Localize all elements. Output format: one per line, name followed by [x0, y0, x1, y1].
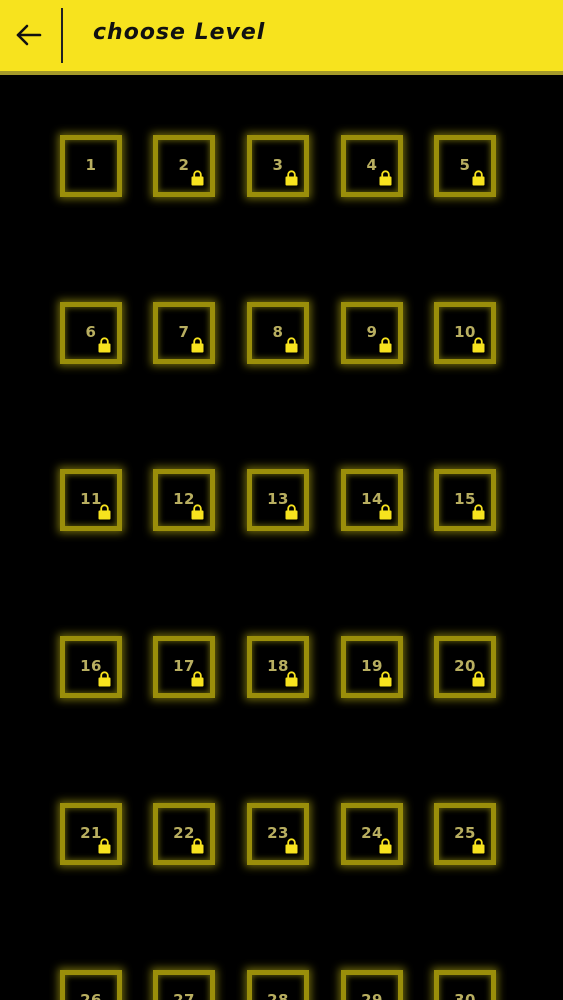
- lock-icon: [472, 671, 485, 687]
- lock-icon: [191, 671, 204, 687]
- lock-icon: [379, 838, 392, 854]
- lock-icon: [472, 170, 485, 186]
- level-tile-28[interactable]: 28: [247, 970, 309, 1000]
- level-tile-11[interactable]: 11: [60, 469, 122, 531]
- lock-icon: [191, 838, 204, 854]
- level-tile-4[interactable]: 4: [341, 135, 403, 197]
- level-tile-26[interactable]: 26: [60, 970, 122, 1000]
- level-tile-10[interactable]: 10: [434, 302, 496, 364]
- level-tile-29[interactable]: 29: [341, 970, 403, 1000]
- lock-icon: [379, 504, 392, 520]
- level-tile-6[interactable]: 6: [60, 302, 122, 364]
- level-tile-24[interactable]: 24: [341, 803, 403, 865]
- lock-icon: [98, 671, 111, 687]
- lock-icon: [191, 170, 204, 186]
- level-tile-15[interactable]: 15: [434, 469, 496, 531]
- level-number: 30: [454, 991, 476, 1000]
- level-tile-12[interactable]: 12: [153, 469, 215, 531]
- lock-icon: [285, 337, 298, 353]
- lock-icon: [191, 337, 204, 353]
- top-app-bar: choose Level: [0, 0, 563, 75]
- lock-icon: [285, 504, 298, 520]
- level-number: 29: [361, 991, 383, 1000]
- lock-icon: [379, 671, 392, 687]
- level-tile-22[interactable]: 22: [153, 803, 215, 865]
- lock-icon: [472, 504, 485, 520]
- lock-icon: [285, 838, 298, 854]
- level-tile-18[interactable]: 18: [247, 636, 309, 698]
- level-number: 28: [267, 991, 289, 1000]
- level-tile-27[interactable]: 27: [153, 970, 215, 1000]
- lock-icon: [285, 170, 298, 186]
- lock-icon: [472, 337, 485, 353]
- page-title: choose Level: [93, 20, 266, 45]
- level-number: 26: [80, 991, 102, 1000]
- lock-icon: [98, 504, 111, 520]
- level-tile-2[interactable]: 2: [153, 135, 215, 197]
- level-tile-3[interactable]: 3: [247, 135, 309, 197]
- level-grid: 1 2 3 4 5 6 7 8 9 10 11 12 13 14 15 16 17 18 19 20 21 22 23 24 2…: [0, 75, 563, 1000]
- lock-icon: [285, 671, 298, 687]
- lock-icon: [379, 337, 392, 353]
- level-tile-16[interactable]: 16: [60, 636, 122, 698]
- arrow-left-icon: [16, 24, 42, 46]
- header-divider: [61, 8, 63, 63]
- level-tile-30[interactable]: 30: [434, 970, 496, 1000]
- level-tile-9[interactable]: 9: [341, 302, 403, 364]
- level-tile-19[interactable]: 19: [341, 636, 403, 698]
- back-button[interactable]: [8, 14, 50, 56]
- level-tile-1[interactable]: 1: [60, 135, 122, 197]
- lock-icon: [379, 170, 392, 186]
- lock-icon: [191, 504, 204, 520]
- level-tile-7[interactable]: 7: [153, 302, 215, 364]
- level-tile-5[interactable]: 5: [434, 135, 496, 197]
- level-tile-17[interactable]: 17: [153, 636, 215, 698]
- level-number: 27: [173, 991, 195, 1000]
- level-tile-20[interactable]: 20: [434, 636, 496, 698]
- lock-icon: [98, 838, 111, 854]
- level-tile-21[interactable]: 21: [60, 803, 122, 865]
- lock-icon: [98, 337, 111, 353]
- level-tile-25[interactable]: 25: [434, 803, 496, 865]
- level-tile-14[interactable]: 14: [341, 469, 403, 531]
- level-tile-8[interactable]: 8: [247, 302, 309, 364]
- level-number: 1: [85, 156, 97, 174]
- lock-icon: [472, 838, 485, 854]
- level-tile-13[interactable]: 13: [247, 469, 309, 531]
- level-tile-23[interactable]: 23: [247, 803, 309, 865]
